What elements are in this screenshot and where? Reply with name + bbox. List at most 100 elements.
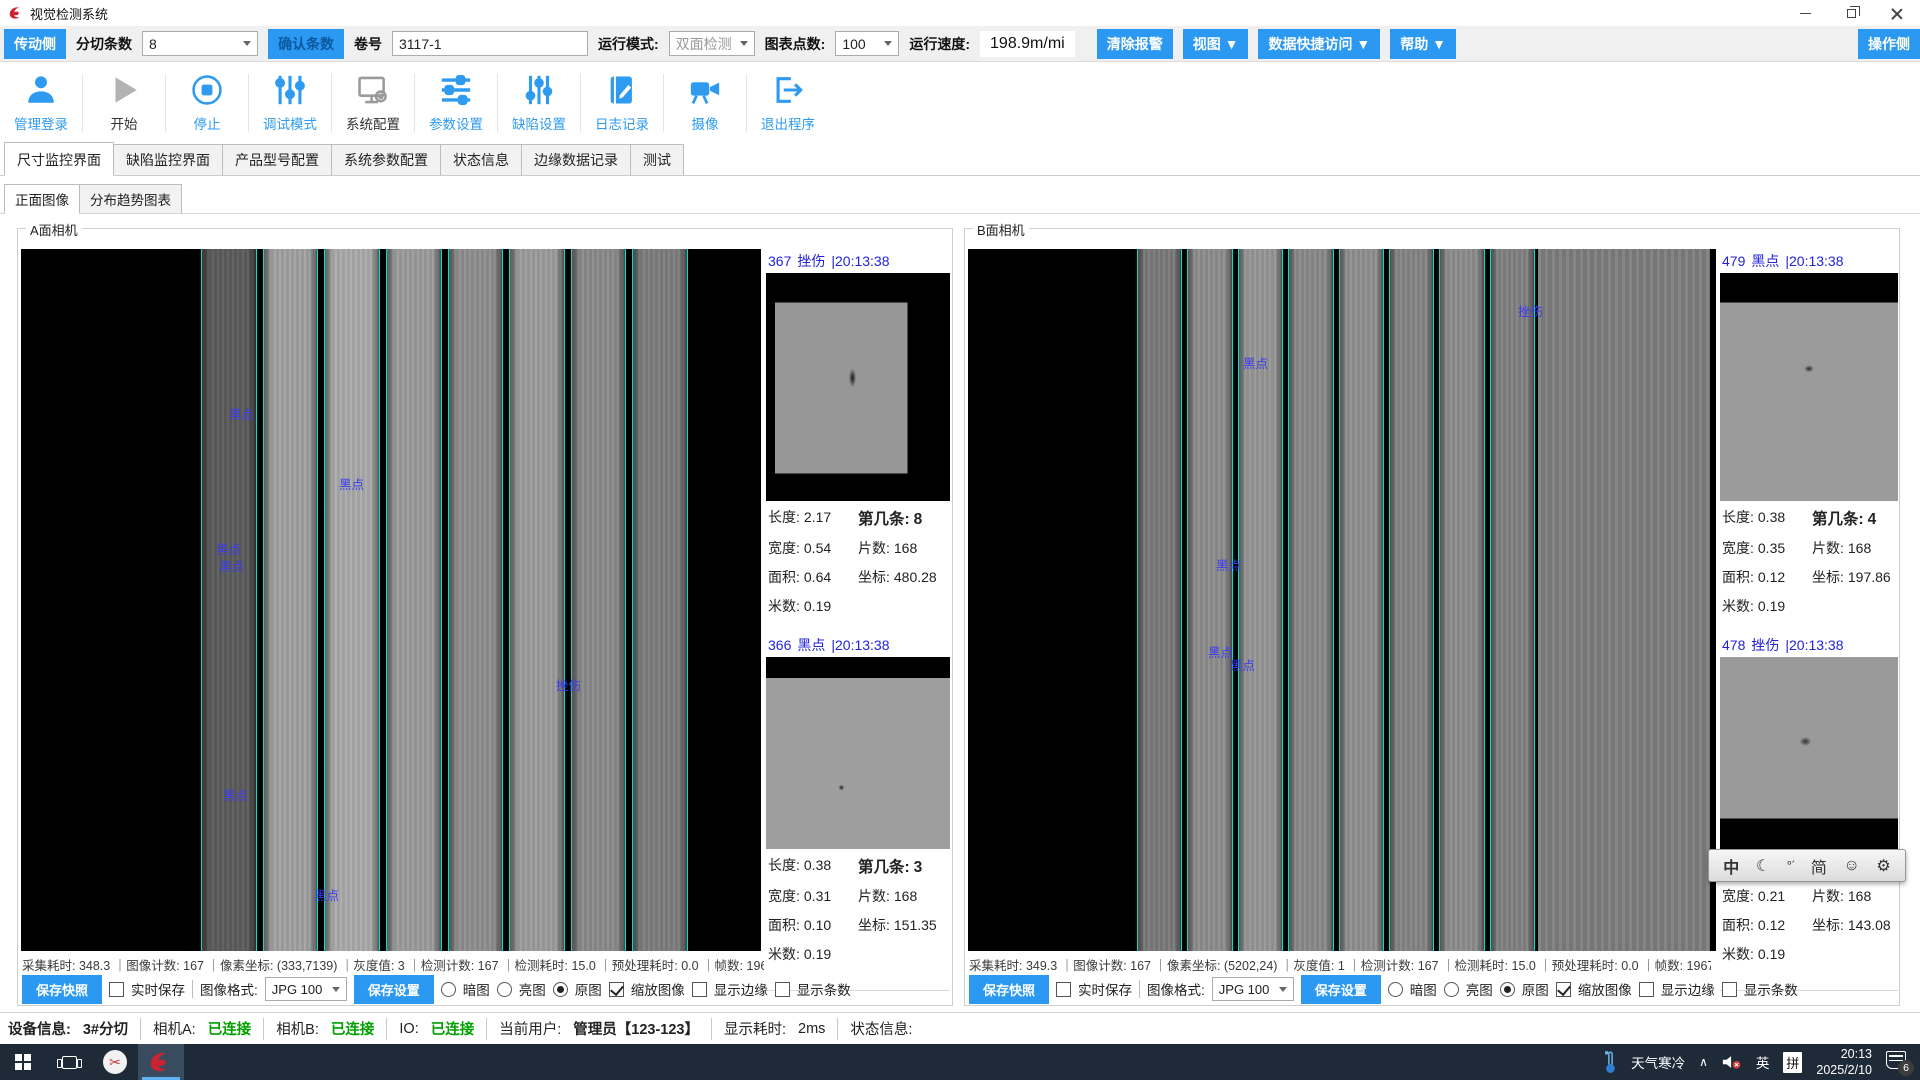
save-snapshot-button[interactable]: 保存快照: [969, 975, 1049, 1004]
tab-distribution-trend-chart[interactable]: 分布趋势图表: [79, 184, 182, 213]
emoji-icon[interactable]: ☺: [1843, 857, 1859, 875]
defect-overlay-label: 黑点: [339, 474, 364, 493]
tab-product-model-config[interactable]: 产品型号配置: [222, 144, 332, 175]
camera-b-stats: 采集耗时: 349.3 ｜图像计数: 167 ｜像素坐标: (5202,24) …: [969, 955, 1711, 974]
app-window: 视觉检测系统 传动侧 分切条数 8 确认条数 卷号 3117-1 运行模式: 双…: [0, 0, 1920, 1080]
dark-image-radio[interactable]: [441, 982, 456, 997]
capture-video-button[interactable]: 摄像: [664, 67, 746, 139]
tone-punctuation-icon[interactable]: °ˊ: [1787, 858, 1795, 873]
ime-indicator[interactable]: 拼: [1783, 1052, 1802, 1073]
debug-mode-button[interactable]: 调试模式: [249, 67, 331, 139]
start-button[interactable]: 开始: [83, 67, 165, 139]
realtime-save-checkbox[interactable]: [1056, 982, 1071, 997]
io-conn-label: IO:: [399, 1021, 418, 1037]
app-logo-icon: [148, 1049, 174, 1075]
clear-alarm-button[interactable]: 清除报警: [1097, 29, 1173, 59]
user-icon: [24, 73, 58, 107]
operator-side-button[interactable]: 操作侧: [1858, 29, 1920, 59]
dark-image-radio[interactable]: [1388, 982, 1403, 997]
moon-icon[interactable]: ☾: [1756, 856, 1770, 876]
image-format-select[interactable]: JPG 100: [1212, 977, 1294, 1001]
defect-overlay-label: 挫伤: [556, 675, 581, 694]
chart-points-select[interactable]: 100: [835, 31, 899, 56]
task-view-button[interactable]: [46, 1044, 92, 1080]
defect-card[interactable]: 479黑点|20:13:38 长度:0.38 第几条:4 宽度:0.35 片数:…: [1720, 249, 1898, 616]
defect-settings-button[interactable]: 缺陷设置: [498, 67, 580, 139]
defect-thumbnail: [1720, 273, 1898, 501]
weather-text[interactable]: 天气寒冷: [1631, 1052, 1685, 1072]
tab-test[interactable]: 测试: [630, 144, 684, 175]
simplified-chinese-toggle[interactable]: 简: [1811, 854, 1827, 878]
parameter-settings-button[interactable]: 参数设置: [415, 67, 497, 139]
tab-size-monitor[interactable]: 尺寸监控界面: [4, 142, 114, 176]
gear-icon[interactable]: ⚙: [1876, 856, 1890, 876]
icon-toolbar: 管理登录 开始 停止 调试模式 系统配置 参数设置 缺陷设置: [0, 62, 1920, 144]
snipping-tool-button[interactable]: ✂: [92, 1044, 138, 1080]
film-strip: [263, 249, 319, 951]
save-settings-button[interactable]: 保存设置: [1301, 975, 1381, 1004]
chevron-down-icon: [884, 41, 892, 46]
save-snapshot-button[interactable]: 保存快照: [22, 975, 102, 1004]
exit-program-button[interactable]: 退出程序: [747, 67, 829, 139]
close-button[interactable]: [1874, 0, 1920, 26]
original-image-radio[interactable]: [553, 982, 568, 997]
tab-system-param-config[interactable]: 系统参数配置: [331, 144, 441, 175]
ime-mode-chinese[interactable]: 中: [1723, 854, 1739, 878]
start-button[interactable]: [0, 1044, 46, 1080]
tray-expand-caret[interactable]: ∧: [1699, 1055, 1708, 1069]
close-icon: [1891, 7, 1903, 19]
show-strips-checkbox[interactable]: [1722, 982, 1737, 997]
zoom-image-checkbox[interactable]: [1556, 982, 1571, 997]
bright-image-radio[interactable]: [1444, 982, 1459, 997]
zoom-image-checkbox[interactable]: [609, 982, 624, 997]
stop-button[interactable]: 停止: [166, 67, 248, 139]
tab-status-info[interactable]: 状态信息: [440, 144, 522, 175]
inspection-app-taskbar-button[interactable]: [138, 1044, 184, 1080]
show-strips-label: 显示条数: [797, 979, 851, 999]
run-mode-select[interactable]: 双面检测: [669, 31, 755, 56]
defect-card[interactable]: 367挫伤|20:13:38 长度:2.17 第几条:8 宽度:0.54 片数:…: [766, 249, 950, 616]
defect-overlay-label: 黑点: [1243, 353, 1268, 372]
realtime-save-label: 实时保存: [1078, 979, 1132, 999]
chevron-down-icon: [740, 41, 748, 46]
bright-image-radio[interactable]: [497, 982, 512, 997]
clock[interactable]: 20:13 2025/2/10: [1816, 1046, 1872, 1079]
tab-front-image[interactable]: 正面图像: [4, 184, 80, 214]
camera-b-live-image: 挫伤黑点黑点黑点黑点: [968, 249, 1716, 951]
confirm-count-button[interactable]: 确认条数: [268, 29, 344, 59]
tab-edge-data-record[interactable]: 边缘数据记录: [521, 144, 631, 175]
sub-tab-strip: 正面图像 分布趋势图表: [0, 186, 1920, 214]
log-record-button[interactable]: 日志记录: [581, 67, 663, 139]
top-toolbar: 传动侧 分切条数 8 确认条数 卷号 3117-1 运行模式: 双面检测 图表点…: [0, 26, 1920, 62]
action-center-button[interactable]: 6: [1886, 1051, 1910, 1073]
show-strips-checkbox[interactable]: [775, 982, 790, 997]
bright-image-label: 亮图: [1466, 979, 1493, 999]
realtime-save-checkbox[interactable]: [109, 982, 124, 997]
view-menu-button[interactable]: 视图 ▼: [1183, 29, 1249, 59]
data-quick-access-menu-button[interactable]: 数据快捷访问 ▼: [1258, 29, 1380, 59]
defect-card[interactable]: 478挫伤|20:13:38 长度:0.57 第几条:3 宽度:0.21 片数:…: [1720, 633, 1898, 964]
minimize-button[interactable]: [1782, 0, 1828, 26]
language-indicator[interactable]: 英: [1756, 1052, 1770, 1072]
defect-card[interactable]: 366黑点|20:13:38 长度:0.38 第几条:3 宽度:0.31 片数:…: [766, 633, 950, 964]
defect-sliders-icon: [522, 73, 556, 107]
save-settings-button[interactable]: 保存设置: [354, 975, 434, 1004]
tab-defect-monitor[interactable]: 缺陷监控界面: [113, 144, 223, 175]
volume-muted-icon[interactable]: [1722, 1054, 1742, 1070]
camera-a-stats: 采集耗时: 348.3 ｜图像计数: 167 ｜像素坐标: (333,7139)…: [22, 955, 764, 974]
display-time-value: 2ms: [798, 1021, 825, 1037]
film-strip: [1439, 249, 1484, 951]
show-edge-checkbox[interactable]: [692, 982, 707, 997]
show-edge-checkbox[interactable]: [1639, 982, 1654, 997]
system-config-button[interactable]: 系统配置: [332, 67, 414, 139]
restore-button[interactable]: [1828, 0, 1874, 26]
original-image-radio[interactable]: [1500, 982, 1515, 997]
admin-login-button[interactable]: 管理登录: [0, 67, 82, 139]
help-menu-button[interactable]: 帮助 ▼: [1390, 29, 1456, 59]
roll-number-input[interactable]: 3117-1: [392, 31, 588, 56]
dark-image-label: 暗图: [463, 979, 490, 999]
image-format-select[interactable]: JPG 100: [265, 977, 347, 1001]
dark-image-label: 暗图: [1410, 979, 1437, 999]
slit-count-select[interactable]: 8: [142, 31, 258, 56]
drive-side-button[interactable]: 传动侧: [4, 29, 66, 59]
